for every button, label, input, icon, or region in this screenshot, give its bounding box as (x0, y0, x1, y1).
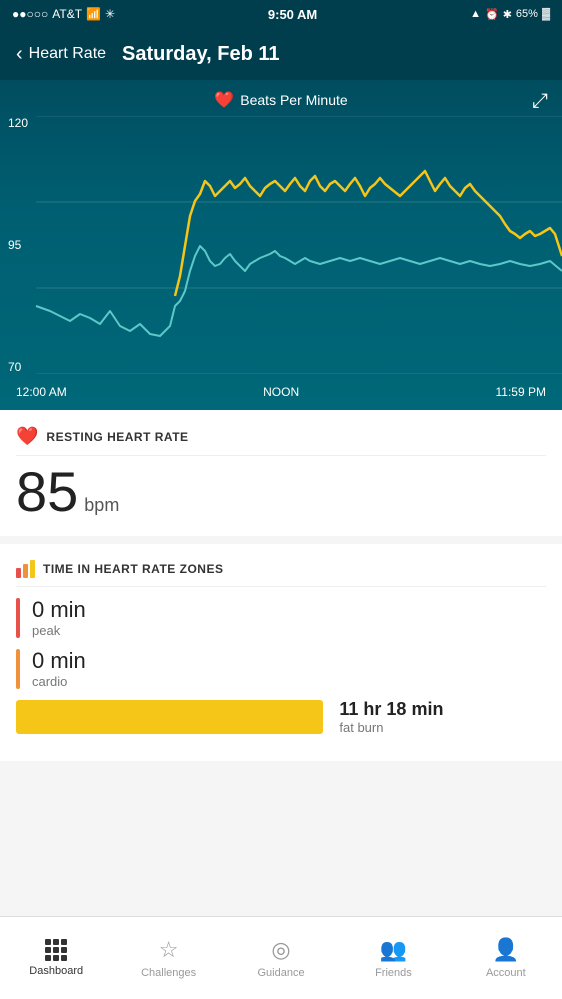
x-label-noon: NOON (263, 385, 299, 399)
zone-fatburn-row: 11 hr 18 min fat burn (16, 699, 546, 735)
nav-item-dashboard[interactable]: Dashboard (0, 939, 112, 977)
status-time: 9:50 AM (268, 7, 317, 22)
zones-section-header: TIME IN HEART RATE ZONES (16, 560, 546, 587)
fatburn-label: fat burn (339, 720, 443, 735)
nav-item-guidance[interactable]: ◎ Guidance (225, 937, 337, 979)
cardio-indicator (16, 649, 20, 689)
heart-rate-svg (0, 116, 562, 374)
x-axis-labels: 12:00 AM NOON 11:59 PM (0, 374, 562, 410)
nav-item-friends[interactable]: 👥 Friends (337, 937, 449, 979)
resting-bpm-value: 85 (16, 464, 78, 520)
heart-icon: ❤️ (214, 90, 234, 110)
resting-bpm-unit: bpm (84, 495, 119, 516)
nav-label-friends: Friends (375, 967, 412, 979)
bluetooth-icon: ✱ (503, 8, 512, 21)
status-bar: ●●○○○ AT&T 📶 ✳ 9:50 AM ▲ ⏰ ✱ 65% ▓ (0, 0, 562, 28)
heart-rate-zones-section: TIME IN HEART RATE ZONES 0 min peak 0 mi… (0, 544, 562, 761)
x-label-midnight: 12:00 AM (16, 385, 67, 399)
zone-cardio-row: 0 min cardio (16, 648, 546, 689)
peak-label: peak (32, 623, 86, 638)
resting-heart-rate-section: ❤️ RESTING HEART RATE 85 bpm (0, 410, 562, 536)
nav-label-dashboard: Dashboard (29, 965, 83, 977)
heart-rate-chart: ❤️ Beats Per Minute ⤢ 120 95 70 12:00 AM… (0, 80, 562, 410)
nav-item-challenges[interactable]: ☆ Challenges (112, 937, 224, 979)
resting-section-header: ❤️ RESTING HEART RATE (16, 426, 546, 456)
fatburn-value: 11 hr 18 min (339, 699, 443, 720)
nav-label-guidance: Guidance (257, 967, 304, 979)
nav-label-challenges: Challenges (141, 967, 196, 979)
cardio-info: 0 min cardio (32, 648, 86, 689)
status-carrier: ●●○○○ AT&T 📶 ✳ (12, 7, 115, 21)
x-label-evening: 11:59 PM (496, 385, 546, 399)
back-button[interactable]: ‹ (16, 43, 25, 66)
resting-heart-icon: ❤️ (16, 426, 38, 447)
wifi-icon: 📶 (86, 7, 101, 21)
location-icon: ▲ (470, 8, 481, 20)
dashboard-icon (45, 939, 67, 961)
peak-value: 0 min (32, 597, 86, 623)
page-header: ‹ Heart Rate Saturday, Feb 11 (0, 28, 562, 80)
cardio-label: cardio (32, 674, 86, 689)
status-right: ▲ ⏰ ✱ 65% ▓ (470, 8, 550, 21)
chart-legend: ❤️ Beats Per Minute (0, 80, 562, 110)
resting-value-row: 85 bpm (16, 464, 546, 520)
cardio-value: 0 min (32, 648, 86, 674)
guidance-icon: ◎ (271, 937, 290, 963)
challenges-icon: ☆ (159, 937, 179, 963)
peak-info: 0 min peak (32, 597, 86, 638)
peak-indicator (16, 598, 20, 638)
fatburn-info: 11 hr 18 min fat burn (339, 699, 443, 735)
zone-peak-row: 0 min peak (16, 597, 546, 638)
activity-icon: ✳ (105, 7, 115, 21)
battery-icon: ▓ (542, 8, 550, 20)
alarm-icon: ⏰ (485, 8, 499, 21)
page-title: Saturday, Feb 11 (122, 43, 279, 66)
account-icon: 👤 (492, 937, 519, 963)
chart-legend-text: Beats Per Minute (240, 92, 347, 108)
back-label[interactable]: Heart Rate (29, 45, 106, 63)
zones-section-title: TIME IN HEART RATE ZONES (43, 562, 223, 576)
resting-section-title: RESTING HEART RATE (46, 430, 188, 444)
expand-icon[interactable]: ⤢ (532, 90, 548, 113)
bottom-navigation: Dashboard ☆ Challenges ◎ Guidance 👥 Frie… (0, 916, 562, 999)
zones-bars-icon (16, 560, 35, 578)
back-chevron-icon: ‹ (16, 43, 23, 66)
nav-label-account: Account (486, 967, 526, 979)
fatburn-bar (16, 700, 323, 734)
nav-item-account[interactable]: 👤 Account (450, 937, 562, 979)
friends-icon: 👥 (380, 937, 407, 963)
signal-dots: ●●○○○ (12, 7, 48, 21)
